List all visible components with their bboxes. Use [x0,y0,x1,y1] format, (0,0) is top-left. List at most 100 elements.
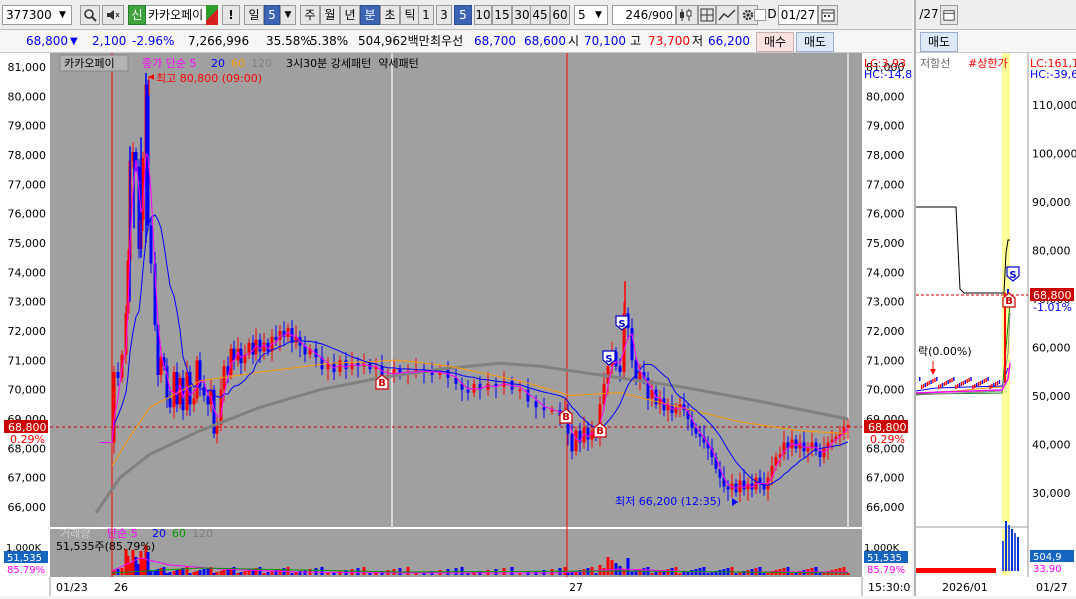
side-legend-right: #상한가 [968,57,1008,70]
volume-bar [178,569,182,575]
main-chart-area[interactable]: 81,000 80,000 79,000 78,000 77,000 76,000 75,0… [0,53,912,596]
price-pct-right: 0.29% [870,433,905,446]
x-axis-bar [0,577,912,596]
volume: 7,266,996 [188,34,250,48]
price-pct-left: 0.29% [10,433,45,446]
side-candle [936,377,938,381]
candle-type-button[interactable] [676,5,698,25]
calendar-button[interactable] [818,5,838,25]
price-chart-svg[interactable]: 81,000 80,000 79,000 78,000 77,000 76,000 75,0… [0,53,912,596]
y-axis-left: 81,000 80,000 79,000 78,000 77,000 76,000 75,0… [8,61,47,514]
side-candle [964,380,966,384]
candle-body [794,439,798,449]
candle-body [206,395,210,405]
candle-body [634,360,638,381]
custom-interval-select[interactable]: 5 ▼ [574,5,608,25]
volume-bar [594,573,598,575]
volume-tag-left-text: 51,535 [7,553,42,564]
best-bid: 68,600 [524,34,566,48]
candle-body [149,225,153,264]
interval-5-button[interactable]: 5 [454,5,472,25]
grid-button[interactable] [698,5,716,25]
date-input[interactable]: 01/27 [778,5,818,25]
interval-15-button[interactable]: 15 [492,5,512,25]
period-dropdown-button[interactable]: ▼ [280,5,296,25]
marker-label: B [562,412,570,423]
d-checkbox[interactable] [754,9,766,21]
side-candle [972,385,974,389]
side-candle [993,383,995,387]
bar-count-total: /900 [648,9,673,22]
side-volume-bar [1014,533,1016,571]
side-volume-bar [1002,541,1004,571]
volume-bar [198,570,202,575]
candle-body [168,398,172,408]
candle-body [742,480,746,490]
interval-45-button[interactable]: 45 [530,5,550,25]
interval-60-button[interactable]: 60 [550,5,570,25]
side-candle [958,383,961,387]
volume-bar [212,573,216,575]
buy-button[interactable]: 매수 [756,32,794,52]
period-value[interactable]: 5 [264,5,280,25]
volume-pct-right: 85.79% [867,565,905,576]
speaker-icon [107,10,120,20]
side-date[interactable]: /27 [918,5,940,25]
volume-bar [814,567,818,575]
stock-code-input[interactable]: 377300 ▼ [2,5,72,25]
side-y-tick-label: 80,000 [1032,245,1071,258]
side-chart-svg[interactable]: 110,000100,00090,00080,00070,00060,00050… [916,53,1076,596]
line-tool-button[interactable] [716,5,738,25]
candle-body [846,424,850,428]
side-candle [991,384,993,388]
y-tick-label: 78,000 [8,149,47,162]
side-sell-button[interactable]: 매도 [920,32,958,52]
volume-bar [206,568,210,575]
side-calendar-button[interactable] [940,5,958,25]
hc-label: HC:-14,8 [864,68,912,81]
volume-bar [606,557,610,575]
interval-1-button[interactable]: 1 [418,5,434,25]
volume-bar [219,571,223,575]
side-candle [987,377,989,381]
week-button[interactable]: 주 [300,5,320,25]
minute-button[interactable]: 분 [360,5,380,25]
side-chart-panel[interactable]: /27 매도 110,000100,00090,00080,00070,0006… [914,0,1076,596]
bar-count-input[interactable]: 246/900 [612,5,676,25]
tick-button[interactable]: 틱 [400,5,420,25]
month-button[interactable]: 월 [320,5,340,25]
interval-30-button[interactable]: 30 [512,5,532,25]
sell-button[interactable]: 매도 [796,32,834,52]
calendar-icon [943,10,955,21]
y-tick-label: 81,000 [8,61,47,74]
side-candle [934,378,936,382]
open-price: 70,100 [584,34,626,48]
volume-bar [326,573,330,575]
interval-3-button[interactable]: 3 [436,5,452,25]
volume-bar [236,573,240,575]
volume-bar [654,572,658,575]
interval-10-button[interactable]: 10 [474,5,492,25]
volume-bar [262,573,266,575]
candle-body [274,336,278,340]
period-day-button[interactable]: 일 [244,5,264,25]
side-candle [981,380,984,384]
volume-bar [141,558,145,575]
volume-bar [550,569,554,575]
volume-bar [368,573,372,575]
second-button[interactable]: 초 [380,5,400,25]
y-tick-label-right: 75,000 [866,237,905,250]
volume-bar [460,567,464,575]
volume-bar [706,573,710,575]
search-button[interactable] [80,5,100,25]
candle-body [630,328,634,361]
year-button[interactable]: 년 [340,5,360,25]
y-tick-label: 77,000 [8,178,47,191]
warning-button[interactable]: ! [222,5,240,25]
speaker-button[interactable] [102,5,124,25]
candle-body [175,372,179,405]
side-toolbar: /27 [916,0,1076,30]
volume-bar [406,567,410,575]
candle-body [258,339,262,352]
open-label: 시 [568,34,580,48]
